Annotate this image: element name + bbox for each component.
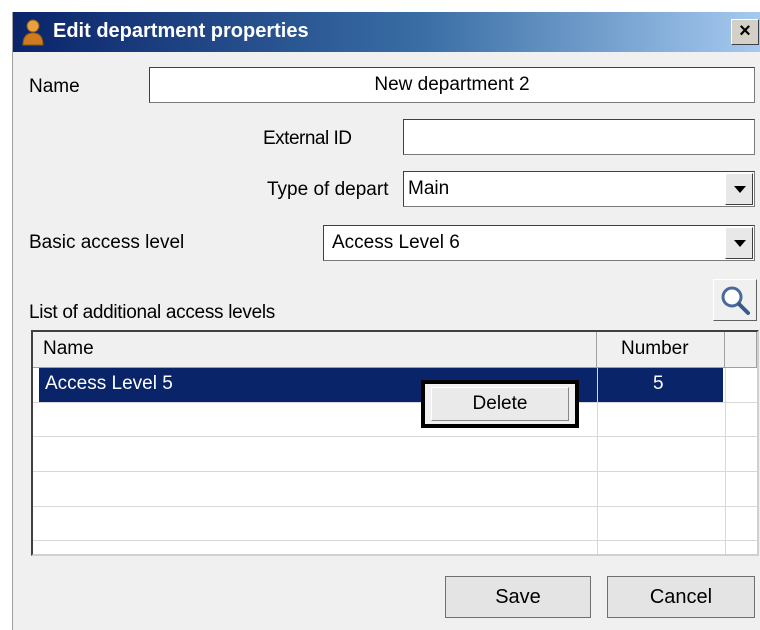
additional-list-label: List of additional access levels <box>29 302 275 323</box>
close-icon: × <box>739 20 751 42</box>
basic-access-label: Basic access level <box>29 232 185 253</box>
column-divider <box>597 368 598 554</box>
type-value: Main <box>408 178 450 199</box>
type-select[interactable]: Main <box>403 171 755 207</box>
close-button[interactable]: × <box>731 19 759 45</box>
row-divider <box>33 506 757 507</box>
search-button[interactable] <box>713 279 757 321</box>
access-levels-table[interactable]: Name Number Access Level 5 5 <box>31 330 759 556</box>
external-id-field[interactable] <box>403 119 755 155</box>
row-divider <box>33 540 757 541</box>
basic-access-value: Access Level 6 <box>332 232 460 253</box>
row-name-cell: Access Level 5 <box>45 373 173 394</box>
magnifier-icon <box>721 286 750 315</box>
delete-menu-item[interactable]: Delete <box>431 387 569 421</box>
table-row[interactable]: Access Level 5 5 <box>39 368 723 402</box>
cancel-button[interactable]: Cancel <box>607 576 755 618</box>
column-header-number[interactable]: Number <box>597 332 725 368</box>
basic-access-dropdown-arrow-icon[interactable] <box>725 227 753 259</box>
row-number-cell: 5 <box>653 373 664 394</box>
type-label: Type of depart <box>267 179 389 200</box>
basic-access-select[interactable]: Access Level 6 <box>323 225 755 261</box>
window-title: Edit department properties <box>53 20 309 42</box>
title-bar[interactable]: Edit department properties × <box>13 12 760 52</box>
dialog-window: Edit department properties × Name New de… <box>12 12 760 630</box>
row-divider <box>33 402 757 403</box>
type-dropdown-arrow-icon[interactable] <box>725 173 753 205</box>
external-id-label: External ID <box>263 128 352 149</box>
name-value: New department 2 <box>374 74 530 95</box>
column-header-name[interactable]: Name <box>33 332 597 368</box>
column-header-filler <box>725 332 757 368</box>
column-divider <box>725 368 726 554</box>
name-field[interactable]: New department 2 <box>149 67 755 103</box>
row-divider <box>33 471 757 472</box>
person-icon <box>22 19 44 46</box>
context-menu: Delete <box>421 380 579 428</box>
save-button[interactable]: Save <box>445 576 591 618</box>
name-label: Name <box>29 76 80 97</box>
row-divider <box>33 436 757 437</box>
